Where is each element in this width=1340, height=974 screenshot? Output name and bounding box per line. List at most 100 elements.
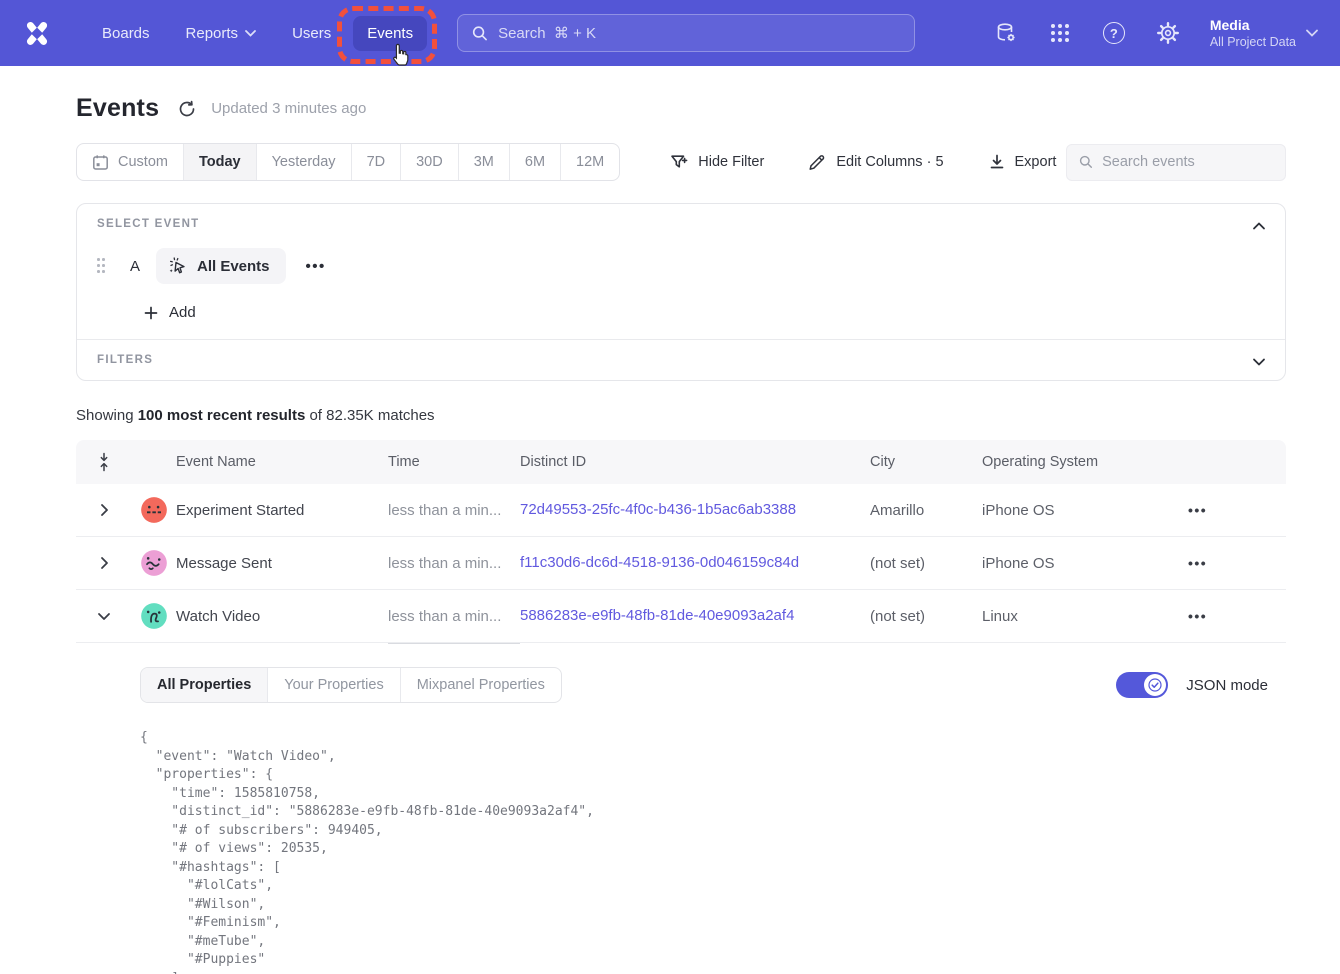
table-header-row: Event Name Time Distinct ID City Operati… — [76, 440, 1286, 484]
project-selector[interactable]: Media All Project Data — [1210, 16, 1318, 50]
distinct-id-link[interactable]: 5886283e-e9fb-48fb-81de-40e9093a2af4 — [520, 607, 794, 624]
hide-filter-button[interactable]: Hide Filter — [670, 153, 764, 172]
apps-grid-icon[interactable] — [1048, 21, 1072, 45]
mixpanel-logo-icon[interactable] — [22, 18, 52, 48]
distinct-id-link[interactable]: f11c30d6-dc6d-4518-9136-0d046159c84d — [520, 554, 799, 571]
edit-columns-button[interactable]: Edit Columns · 5 — [808, 153, 943, 172]
json-mode-label: JSON mode — [1186, 677, 1268, 694]
event-query-row: A All Events ••• — [97, 248, 1265, 284]
event-more-menu[interactable]: ••• — [300, 254, 332, 279]
nav-item-reports[interactable]: Reports — [172, 16, 271, 51]
column-header-city[interactable]: City — [870, 454, 982, 470]
export-button[interactable]: Export — [988, 153, 1057, 171]
chevron-up-icon[interactable] — [1249, 216, 1269, 236]
query-builder-card: SELECT EVENT A — [76, 203, 1286, 381]
nav-item-label: Users — [292, 25, 331, 42]
drag-handle-icon[interactable] — [97, 258, 106, 274]
toolbar: Hide Filter Edit Columns · 5 Export — [670, 153, 1056, 172]
search-icon — [472, 25, 488, 42]
properties-tabs: All Properties Your Properties Mixpanel … — [140, 667, 562, 703]
row-menu-button[interactable]: ••• — [1164, 608, 1286, 624]
top-navigation: Boards Reports Users Events — [0, 0, 1340, 66]
event-name-cell: Message Sent — [176, 555, 388, 572]
nav-item-events[interactable]: Events — [353, 16, 427, 51]
global-search-input[interactable] — [498, 25, 900, 42]
nav-item-boards[interactable]: Boards — [88, 16, 164, 51]
table-row: Experiment Started less than a min... 72… — [76, 484, 1286, 537]
distinct-id-link[interactable]: 72d49553-25fc-4f0c-b436-1b5ac6ab3388 — [520, 501, 796, 518]
chevron-down-icon — [245, 30, 256, 37]
events-search-input[interactable] — [1102, 154, 1273, 170]
time-cell: less than a min... — [388, 555, 520, 572]
toggle-knob — [1144, 674, 1166, 696]
json-mode-toggle[interactable] — [1116, 672, 1168, 698]
global-search[interactable] — [457, 14, 915, 52]
tab-all-properties[interactable]: All Properties — [141, 668, 268, 702]
city-cell: (not set) — [870, 608, 982, 625]
scroll-shadow — [388, 643, 520, 644]
row-menu-button[interactable]: ••• — [1164, 555, 1286, 571]
page-title: Events — [76, 94, 159, 123]
time-cell: less than a min... — [388, 608, 520, 625]
check-icon — [1148, 678, 1162, 692]
sparkle-cursor-icon — [168, 256, 188, 276]
date-option-7d[interactable]: 7D — [352, 144, 402, 180]
sort-icon[interactable] — [76, 452, 132, 472]
chevron-down-icon[interactable] — [1249, 352, 1269, 372]
event-chip-label: All Events — [197, 258, 270, 275]
date-option-6m[interactable]: 6M — [510, 144, 561, 180]
funnel-plus-icon — [670, 153, 689, 172]
search-icon — [1079, 154, 1093, 170]
column-header-distinct-id[interactable]: Distinct ID — [520, 454, 870, 470]
nav-menu: Boards Reports Users Events — [88, 16, 427, 51]
table-row-expanded: Watch Video less than a min... 5886283e-… — [76, 590, 1286, 643]
date-option-30d[interactable]: 30D — [401, 144, 459, 180]
select-event-section: SELECT EVENT A — [77, 204, 1285, 339]
expand-row-icon[interactable] — [91, 550, 117, 576]
column-header-os[interactable]: Operating System — [982, 454, 1164, 470]
data-management-icon[interactable] — [994, 21, 1018, 45]
event-detail-panel: All Properties Your Properties Mixpanel … — [76, 643, 1286, 974]
event-selector-chip[interactable]: All Events — [156, 248, 286, 284]
date-option-3m[interactable]: 3M — [459, 144, 510, 180]
row-menu-button[interactable]: ••• — [1164, 502, 1286, 518]
select-event-label: SELECT EVENT — [97, 218, 1265, 230]
event-json-content: { "event": "Watch Video", "properties": … — [140, 729, 1268, 974]
column-header-event-name[interactable]: Event Name — [176, 454, 388, 470]
nav-item-label: Reports — [186, 25, 239, 42]
date-option-12m[interactable]: 12M — [561, 144, 619, 180]
date-option-label: Custom — [118, 154, 168, 170]
filters-section[interactable]: FILTERS — [77, 339, 1285, 380]
events-search[interactable] — [1066, 144, 1286, 181]
collapse-row-icon[interactable] — [91, 603, 117, 629]
nav-item-label: Events — [367, 25, 413, 42]
city-cell: Amarillo — [870, 502, 982, 519]
expand-row-icon[interactable] — [91, 497, 117, 523]
nav-item-label: Boards — [102, 25, 150, 42]
date-option-custom[interactable]: Custom — [77, 144, 184, 180]
nav-item-users[interactable]: Users — [278, 16, 345, 51]
os-cell: iPhone OS — [982, 555, 1164, 572]
tab-mixpanel-properties[interactable]: Mixpanel Properties — [401, 668, 561, 702]
event-avatar — [140, 602, 168, 630]
help-icon[interactable]: ? — [1102, 21, 1126, 45]
refresh-icon[interactable] — [177, 99, 197, 119]
event-name-cell: Watch Video — [176, 608, 388, 625]
column-header-time[interactable]: Time — [388, 454, 520, 470]
event-avatar — [140, 496, 168, 524]
os-cell: Linux — [982, 608, 1164, 625]
tab-your-properties[interactable]: Your Properties — [268, 668, 400, 702]
project-name: Media — [1210, 16, 1296, 34]
add-event-button[interactable]: Add — [143, 304, 223, 321]
date-option-today[interactable]: Today — [184, 144, 257, 180]
table-row: Message Sent less than a min... f11c30d6… — [76, 537, 1286, 590]
chevron-down-icon — [1306, 29, 1318, 37]
page-header: Events Updated 3 minutes ago — [76, 94, 1286, 123]
events-page: Events Updated 3 minutes ago Custom Toda… — [0, 94, 1340, 974]
controls-row: Custom Today Yesterday 7D 30D 3M 6M 12M … — [76, 143, 1286, 181]
event-avatar — [140, 549, 168, 577]
time-cell: less than a min... — [388, 502, 520, 519]
settings-gear-icon[interactable] — [1156, 21, 1180, 45]
plus-icon — [143, 305, 159, 321]
date-option-yesterday[interactable]: Yesterday — [257, 144, 352, 180]
